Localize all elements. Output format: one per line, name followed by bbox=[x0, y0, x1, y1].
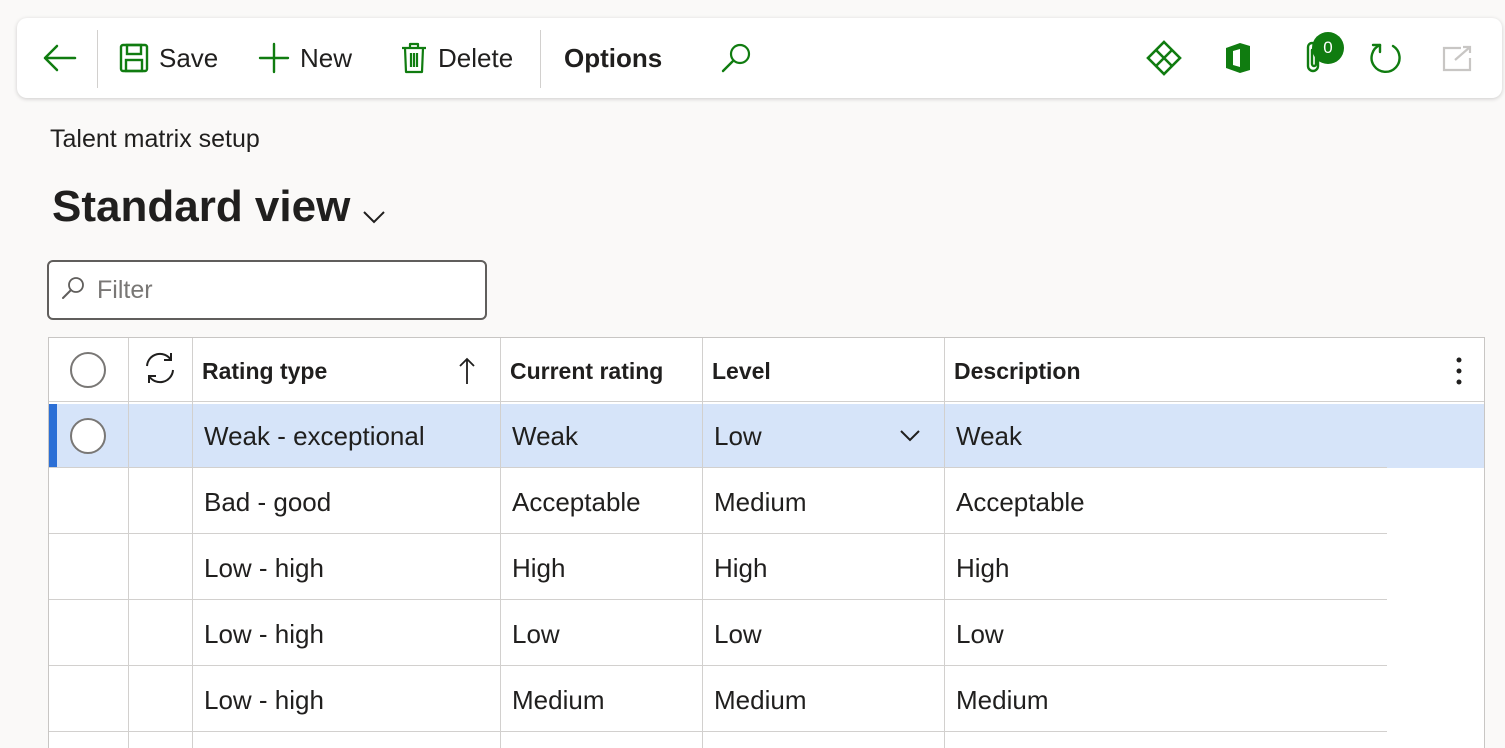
select-all-checkbox[interactable] bbox=[70, 352, 106, 388]
options-tab[interactable]: Options bbox=[564, 18, 662, 98]
view-selector[interactable]: Standard view bbox=[52, 178, 386, 236]
cell-description[interactable]: Medium bbox=[956, 668, 1048, 732]
cell-current-rating[interactable]: High bbox=[512, 536, 565, 600]
column-header-description[interactable]: Description bbox=[954, 338, 1081, 404]
plus-icon bbox=[258, 42, 290, 74]
column-header-current-rating[interactable]: Current rating bbox=[510, 338, 663, 404]
back-arrow-icon bbox=[41, 43, 77, 73]
search-icon bbox=[720, 42, 752, 74]
chevron-down-icon[interactable] bbox=[899, 404, 921, 468]
chevron-down-icon bbox=[362, 186, 386, 236]
new-button[interactable]: New bbox=[258, 18, 352, 98]
column-divider bbox=[702, 338, 703, 748]
office-button[interactable] bbox=[1224, 18, 1252, 98]
save-icon bbox=[119, 43, 149, 73]
sort-ascending-icon bbox=[457, 338, 477, 404]
action-pane: Save New Delete Options 0 bbox=[17, 18, 1502, 98]
filter-input[interactable] bbox=[97, 275, 477, 305]
power-apps-button[interactable] bbox=[1146, 18, 1182, 98]
selected-row-indicator bbox=[49, 404, 57, 468]
cell-current-rating[interactable]: Acceptable bbox=[512, 470, 641, 534]
options-label: Options bbox=[564, 42, 663, 73]
open-in-new-window-button[interactable] bbox=[1441, 18, 1473, 98]
rating-types-grid: Rating type Current rating Level Descrip… bbox=[48, 337, 1485, 748]
refresh-button[interactable] bbox=[1369, 18, 1403, 98]
view-name: Standard view bbox=[52, 182, 351, 231]
column-divider bbox=[500, 338, 501, 748]
new-label: New bbox=[300, 42, 353, 73]
cell-level[interactable]: Low bbox=[714, 602, 762, 666]
cell-current-rating[interactable]: Low bbox=[512, 602, 560, 666]
delete-label: Delete bbox=[438, 42, 514, 73]
cell-level: Low bbox=[714, 420, 762, 451]
refresh-icon bbox=[1369, 41, 1403, 75]
office-icon bbox=[1224, 42, 1252, 74]
cell-description[interactable]: Low bbox=[956, 602, 1004, 666]
column-header-rating-type[interactable]: Rating type bbox=[202, 338, 327, 404]
power-apps-icon bbox=[1146, 40, 1182, 76]
attachments-count-badge: 0 bbox=[1312, 32, 1344, 64]
search-icon bbox=[61, 276, 85, 305]
cell-current-rating[interactable]: Weak bbox=[512, 404, 578, 468]
sync-icon bbox=[142, 350, 178, 392]
column-divider bbox=[944, 338, 945, 748]
row-select-checkbox[interactable] bbox=[70, 418, 106, 454]
cell-rating-type[interactable]: Low - high bbox=[204, 602, 324, 666]
cell-rating-type[interactable]: Bad - good bbox=[204, 470, 331, 534]
cell-level[interactable]: Medium bbox=[714, 470, 806, 534]
filter-box[interactable] bbox=[47, 260, 487, 320]
cell-description[interactable]: Acceptable bbox=[956, 470, 1085, 534]
toolbar-divider bbox=[540, 30, 541, 88]
toolbar-divider bbox=[97, 30, 98, 88]
save-button[interactable]: Save bbox=[119, 18, 218, 98]
cell-description[interactable]: High bbox=[956, 536, 1009, 600]
column-divider bbox=[128, 338, 129, 748]
column-divider bbox=[192, 338, 193, 748]
cell-level[interactable]: Medium bbox=[714, 668, 806, 732]
more-options-icon[interactable] bbox=[1455, 338, 1463, 404]
column-header-level[interactable]: Level bbox=[712, 338, 771, 404]
page-caption: Talent matrix setup bbox=[50, 125, 260, 153]
refresh-column-button[interactable] bbox=[142, 338, 178, 404]
level-dropdown[interactable]: Low bbox=[714, 404, 762, 468]
trash-icon bbox=[400, 41, 428, 75]
search-button[interactable] bbox=[720, 18, 752, 98]
cell-description[interactable]: Weak bbox=[956, 404, 1022, 468]
cell-rating-type[interactable]: Low - high bbox=[204, 536, 324, 600]
pop-out-icon bbox=[1441, 44, 1473, 72]
cell-rating-type[interactable]: Low - high bbox=[204, 668, 324, 732]
save-label: Save bbox=[159, 42, 219, 73]
delete-button[interactable]: Delete bbox=[400, 18, 513, 98]
cell-rating-type[interactable]: Weak - exceptional bbox=[204, 404, 425, 468]
cell-current-rating[interactable]: Medium bbox=[512, 668, 604, 732]
cell-level[interactable]: High bbox=[714, 536, 767, 600]
back-button[interactable] bbox=[41, 18, 77, 98]
